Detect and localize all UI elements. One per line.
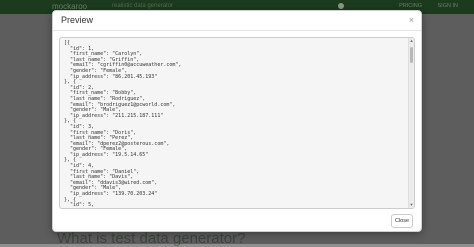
- modal-header: Preview ×: [53, 11, 421, 31]
- preview-code-area[interactable]: [{ "id": 1, "first_name": "Carolyn", "la…: [59, 37, 415, 209]
- modal-title: Preview: [61, 15, 94, 25]
- modal-footer: Close: [53, 211, 421, 233]
- close-button[interactable]: Close: [391, 214, 413, 228]
- json-preview-text: [{ "id": 1, "first_name": "Carolyn", "la…: [64, 40, 182, 209]
- close-icon[interactable]: ×: [409, 15, 414, 25]
- scrollbar-thumb[interactable]: [410, 47, 413, 63]
- modal-body: [{ "id": 1, "first_name": "Carolyn", "la…: [53, 31, 421, 211]
- preview-modal: Preview × [{ "id": 1, "first_name": "Car…: [52, 10, 422, 232]
- scroll-down-arrow-icon[interactable]: ▼: [409, 202, 414, 208]
- scroll-up-arrow-icon[interactable]: ▲: [409, 38, 414, 44]
- vertical-scrollbar[interactable]: ▲ ▼: [408, 38, 414, 208]
